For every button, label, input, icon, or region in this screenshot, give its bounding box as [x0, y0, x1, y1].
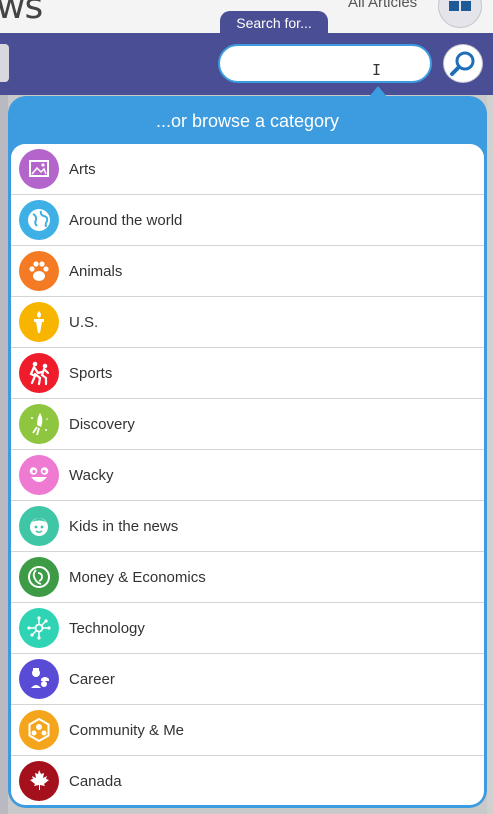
site-logo-fragment[interactable]: ws	[0, 0, 43, 27]
community-icon	[19, 710, 59, 750]
category-label: Arts	[69, 161, 96, 178]
search-tab-label: Search for...	[220, 11, 328, 35]
category-item-money-economics[interactable]: Money & Economics	[11, 552, 484, 603]
career-icon	[19, 659, 59, 699]
search-input[interactable]	[218, 44, 432, 83]
background-content-left	[0, 95, 8, 814]
nav-button-fragment[interactable]	[0, 44, 9, 82]
category-label: Wacky	[69, 467, 114, 484]
maple-leaf-icon	[19, 761, 59, 801]
dropdown-title: ...or browse a category	[155, 111, 340, 131]
category-item-discovery[interactable]: Discovery	[11, 399, 484, 450]
runner-icon	[19, 353, 59, 393]
category-label: Around the world	[69, 212, 183, 229]
category-item-technology[interactable]: Technology	[11, 603, 484, 654]
search-button[interactable]	[443, 44, 483, 83]
menu-grid-button[interactable]	[438, 0, 482, 28]
category-item-community-me[interactable]: Community & Me	[11, 705, 484, 756]
grid-icon-cell	[461, 1, 471, 11]
category-item-us[interactable]: U.S.	[11, 297, 484, 348]
paw-icon	[19, 251, 59, 291]
search-icon	[450, 51, 475, 76]
arts-icon	[19, 149, 59, 189]
category-item-arts[interactable]: Arts	[11, 144, 484, 195]
category-label: Money & Economics	[69, 569, 206, 586]
category-dropdown: ...or browse a category Arts Around the …	[8, 96, 487, 808]
category-item-around-the-world[interactable]: Around the world	[11, 195, 484, 246]
category-label: Animals	[69, 263, 123, 280]
globe-icon	[19, 200, 59, 240]
category-item-sports[interactable]: Sports	[11, 348, 484, 399]
category-label: Technology	[69, 620, 145, 637]
background-content-right	[487, 95, 493, 814]
category-item-kids-in-the-news[interactable]: Kids in the news	[11, 501, 484, 552]
category-label: Kids in the news	[69, 518, 179, 535]
torch-icon	[19, 302, 59, 342]
category-item-animals[interactable]: Animals	[11, 246, 484, 297]
category-item-canada[interactable]: Canada	[11, 756, 484, 805]
category-item-wacky[interactable]: Wacky	[11, 450, 484, 501]
category-label: Sports	[69, 365, 113, 382]
all-articles-link[interactable]: All Articles	[348, 0, 417, 11]
category-list: Arts Around the world Animals U.S. Sport	[11, 144, 484, 805]
category-label: Career	[69, 671, 115, 688]
smiley-icon	[19, 455, 59, 495]
category-label: Canada	[69, 773, 122, 790]
category-label: Discovery	[69, 416, 135, 433]
category-item-career[interactable]: Career	[11, 654, 484, 705]
kid-face-icon	[19, 506, 59, 546]
text-cursor-icon: I	[372, 61, 382, 79]
coin-icon	[19, 557, 59, 597]
category-label: U.S.	[69, 314, 99, 331]
category-label: Community & Me	[69, 722, 185, 739]
rocket-icon	[19, 404, 59, 444]
grid-icon	[449, 1, 459, 11]
circuit-icon	[19, 608, 59, 648]
